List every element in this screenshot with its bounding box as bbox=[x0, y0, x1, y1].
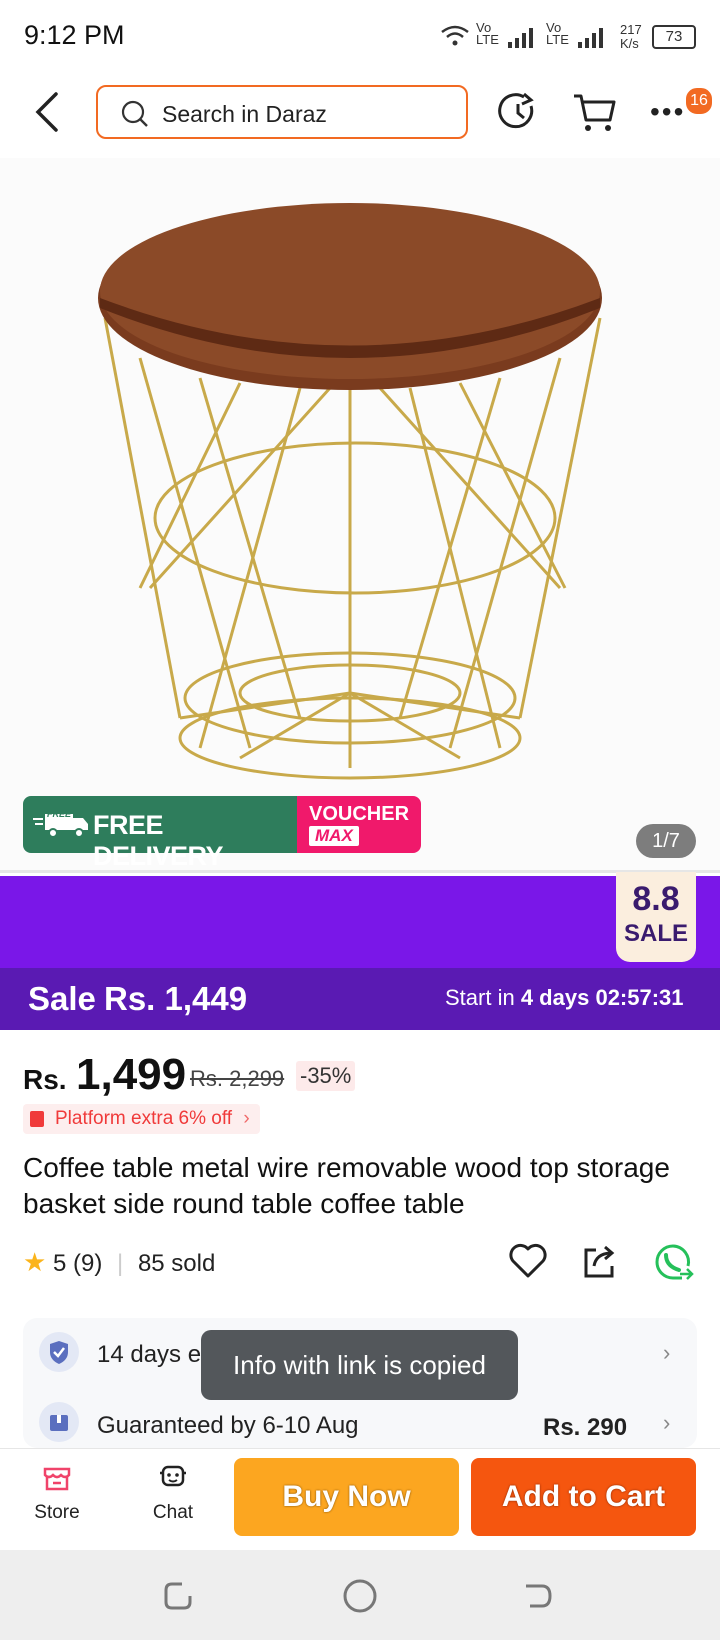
free-delivery-tag: FREE FREE DELIVERY bbox=[23, 796, 297, 871]
battery-icon: 73 bbox=[652, 25, 696, 49]
heart-icon[interactable] bbox=[508, 1242, 548, 1280]
sold-count: 85 sold bbox=[137, 1250, 216, 1277]
sale-countdown: Start in 4 days 02:57:31 bbox=[445, 985, 684, 1011]
chevron-right-icon: › bbox=[663, 1410, 671, 1435]
sale-price: Rs. 1,449 bbox=[104, 980, 248, 1017]
back-arrow-icon[interactable] bbox=[32, 90, 64, 134]
sale-event-number: 8.8 bbox=[632, 880, 680, 918]
sale-label: Sale bbox=[28, 980, 96, 1017]
toast-message: Info with link is copied bbox=[201, 1330, 518, 1400]
chat-label: Chat bbox=[152, 1502, 194, 1523]
home-icon[interactable] bbox=[342, 1578, 378, 1614]
star-icon: ★ bbox=[23, 1247, 47, 1277]
status-bar: 9:12 PM Vo LTE Vo LTE 217 K/s 73 bbox=[0, 0, 720, 72]
free-tag-text: FREE bbox=[47, 809, 72, 819]
voucher-label: VOUCHER bbox=[309, 803, 410, 825]
notification-badge: 16 bbox=[684, 86, 714, 116]
network-type-2: Vo LTE bbox=[546, 20, 569, 47]
chevron-right-icon: › bbox=[243, 1108, 250, 1129]
product-image bbox=[98, 203, 602, 780]
net-speed-unit: K/s bbox=[620, 36, 639, 51]
platform-offer-label: Platform extra 6% off bbox=[55, 1108, 233, 1129]
rating-row[interactable]: ★ 5 (9) | 85 sold bbox=[23, 1247, 215, 1283]
countdown-time: 02:57:31 bbox=[595, 985, 684, 1010]
original-price: Rs. 2,299 bbox=[190, 1066, 285, 1091]
cart-icon[interactable] bbox=[572, 92, 616, 134]
system-navigation-bar bbox=[0, 1550, 720, 1640]
shield-icon bbox=[39, 1332, 79, 1372]
image-counter: 1/7 bbox=[636, 824, 696, 858]
free-delivery-label: FREE DELIVERY bbox=[93, 810, 224, 871]
store-icon bbox=[43, 1467, 71, 1491]
sale-event-badge: 8.8 SALE bbox=[616, 872, 696, 962]
signal-icon bbox=[508, 28, 533, 48]
buy-now-button[interactable]: Buy Now bbox=[234, 1458, 459, 1536]
sale-price-strip: Sale Rs. 1,449 Start in 4 days 02:57:31 bbox=[0, 968, 720, 1030]
coupon-icon bbox=[30, 1111, 44, 1127]
store-label: Store bbox=[34, 1502, 80, 1523]
product-price: 1,499 bbox=[76, 1050, 187, 1099]
whatsapp-icon[interactable] bbox=[652, 1242, 694, 1284]
chat-button[interactable]: Chat bbox=[138, 1461, 208, 1537]
search-placeholder: Search in Daraz bbox=[162, 101, 327, 127]
voucher-max-label: MAX bbox=[309, 826, 359, 846]
more-menu-icon[interactable]: ••• bbox=[650, 96, 685, 128]
history-icon[interactable] bbox=[498, 92, 538, 132]
chevron-right-icon: › bbox=[663, 1340, 671, 1365]
countdown-prefix: Start in bbox=[445, 985, 515, 1010]
search-icon bbox=[121, 100, 148, 127]
share-icon[interactable] bbox=[580, 1242, 618, 1280]
product-image-gallery[interactable] bbox=[0, 158, 720, 870]
divider bbox=[0, 870, 720, 873]
add-to-cart-button[interactable]: Add to Cart bbox=[471, 1458, 696, 1536]
bottom-action-bar: Store Chat Buy Now Add to Cart bbox=[0, 1448, 720, 1551]
platform-offer-tag[interactable]: Platform extra 6% off › bbox=[23, 1104, 260, 1134]
status-time: 9:12 PM bbox=[24, 20, 125, 50]
signal-icon bbox=[578, 28, 603, 48]
chat-icon bbox=[160, 1465, 186, 1487]
sale-banner[interactable] bbox=[0, 876, 720, 968]
price-currency: Rs. bbox=[23, 1064, 67, 1095]
wifi-icon bbox=[441, 25, 469, 46]
back-nav-icon[interactable] bbox=[522, 1580, 554, 1612]
separator: | bbox=[117, 1250, 124, 1277]
review-count: (9) bbox=[73, 1250, 103, 1277]
rating-value: 5 bbox=[52, 1250, 67, 1277]
network-type-1: Vo LTE bbox=[476, 20, 499, 47]
delivery-guarantee-label: Guaranteed by 6-10 Aug bbox=[97, 1412, 359, 1439]
voucher-max-tag: VOUCHER MAX bbox=[297, 796, 421, 853]
store-button[interactable]: Store bbox=[22, 1461, 92, 1537]
net-speed: 217 bbox=[620, 22, 642, 37]
countdown-days: 4 days bbox=[520, 985, 590, 1010]
product-title: Coffee table metal wire removable wood t… bbox=[23, 1152, 670, 1219]
discount-badge: -35% bbox=[296, 1061, 356, 1091]
search-bar[interactable]: Search in Daraz bbox=[96, 85, 468, 139]
recent-apps-icon[interactable] bbox=[162, 1580, 194, 1612]
parcel-icon bbox=[39, 1402, 79, 1442]
sale-event-word: SALE bbox=[623, 920, 688, 947]
delivery-fee: Rs. 290 bbox=[543, 1414, 628, 1441]
